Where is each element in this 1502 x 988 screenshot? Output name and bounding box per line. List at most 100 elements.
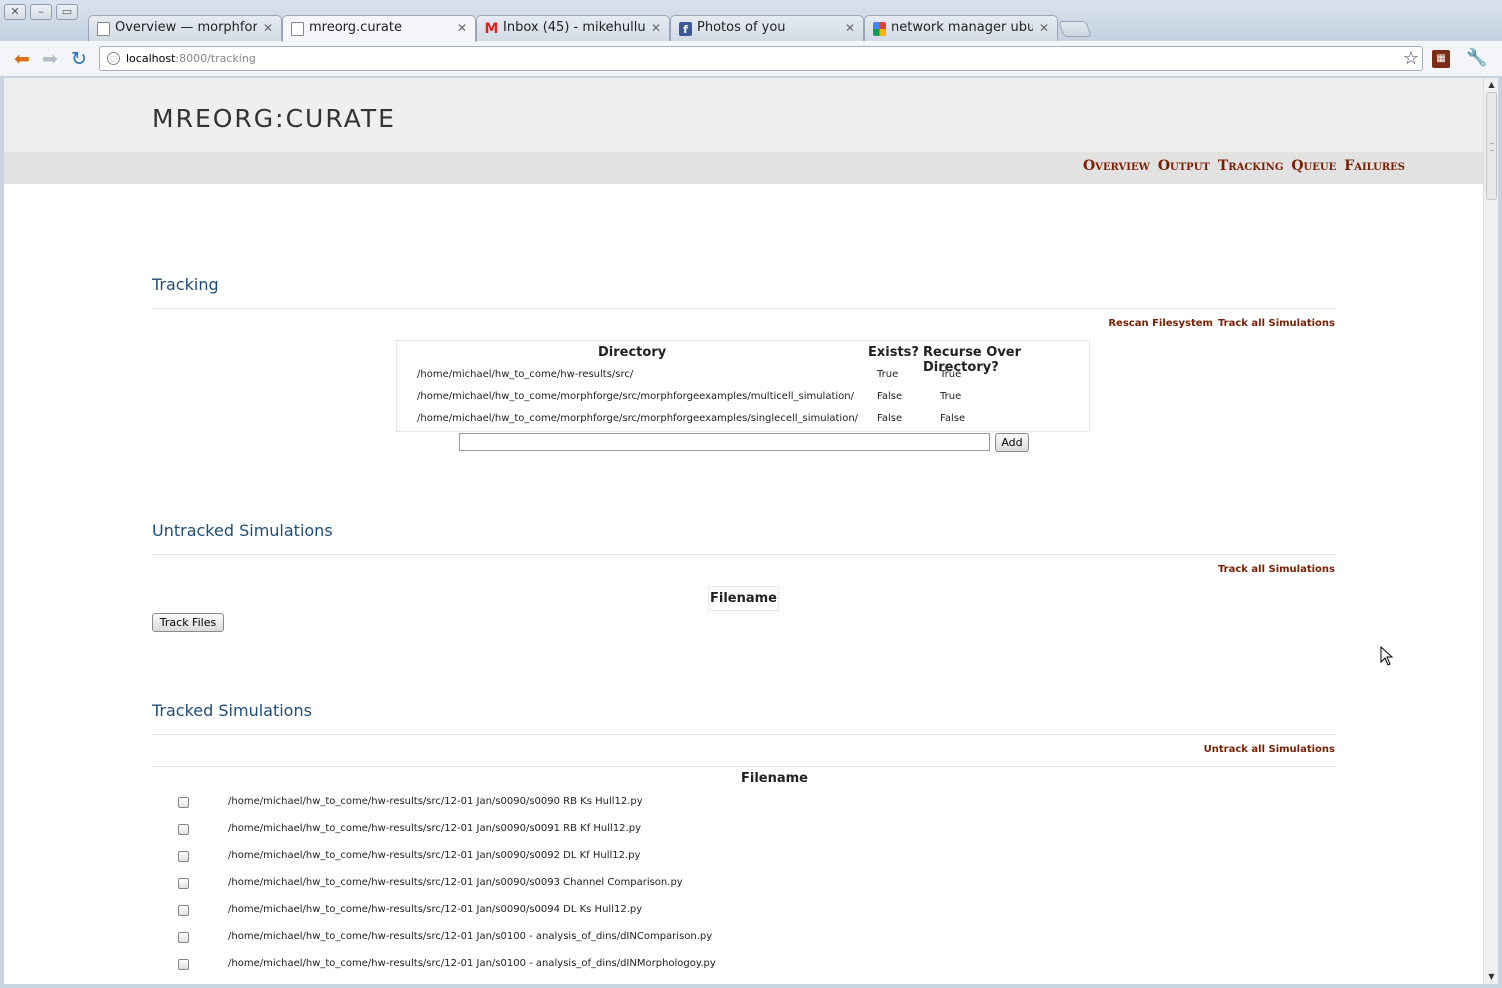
file-checkbox[interactable] (178, 878, 189, 889)
scroll-down-arrow-icon[interactable]: ▼ (1484, 970, 1499, 984)
directory-cell: /home/michael/hw_to_come/morphforge/src/… (417, 413, 859, 424)
browser-tab[interactable]: Overview — morphforge ✕ (88, 15, 282, 41)
exists-cell: False (877, 391, 903, 402)
nav-failures[interactable]: Failures (1344, 158, 1405, 174)
url-text: localhost:8000/tracking (126, 52, 256, 65)
directory-input[interactable] (459, 433, 990, 451)
file-path: /home/michael/hw_to_come/hw-results/src/… (228, 823, 641, 834)
rescan-filesystem-link[interactable]: Rescan Filesystem (1108, 318, 1213, 329)
site-nav: Overview Output Tracking Queue Failures (4, 152, 1483, 184)
bookmark-star-icon[interactable]: ☆ (1403, 48, 1419, 69)
tab-close-icon[interactable]: ✕ (845, 21, 855, 35)
untracked-filename-header: Filename (708, 586, 779, 611)
tab-title: Inbox (45) - mikehulluk (503, 20, 645, 35)
tab-title: Overview — morphforge (115, 20, 257, 35)
table-row: /home/michael/hw_to_come/hw-results/src/… (178, 931, 878, 945)
globe-icon: ◌ (107, 52, 120, 65)
table-row: /home/michael/hw_to_come/hw-results/src/… (178, 877, 878, 891)
file-checkbox[interactable] (178, 824, 189, 835)
page-scrollbar[interactable]: ▲ ▼ (1483, 78, 1498, 984)
grip-icon (1490, 143, 1494, 151)
divider (152, 766, 1335, 767)
tab-title: Photos of you (697, 20, 786, 35)
untrack-all-link[interactable]: Untrack all Simulations (1204, 744, 1335, 755)
divider (152, 308, 1335, 309)
directory-cell: /home/michael/hw_to_come/hw-results/src/ (417, 369, 634, 380)
file-path: /home/michael/hw_to_come/hw-results/src/… (228, 931, 713, 942)
recurse-cell: False (940, 413, 966, 424)
recurse-cell: True (940, 369, 962, 380)
tab-title: network manager ubuntu (891, 20, 1033, 35)
google-icon (873, 22, 886, 36)
page-icon (97, 22, 110, 36)
scroll-up-arrow-icon[interactable]: ▲ (1484, 78, 1499, 92)
divider (152, 734, 1335, 735)
browser-tabstrip: ✕ – ▭ Overview — morphforge ✕ mreorg.cur… (0, 0, 1502, 42)
divider (152, 554, 1335, 555)
table-row: /home/michael/hw_to_come/hw-results/src/… (178, 796, 878, 810)
address-bar[interactable]: ◌ localhost:8000/tracking ☆ (99, 46, 1423, 71)
untracked-heading: Untracked Simulations (152, 521, 333, 540)
tab-close-icon[interactable]: ✕ (1039, 21, 1049, 35)
track-all-link[interactable]: Track all Simulations (1218, 564, 1335, 575)
browser-tab[interactable]: network manager ubuntu ✕ (864, 15, 1058, 41)
directory-cell: /home/michael/hw_to_come/morphforge/src/… (417, 391, 854, 402)
file-checkbox[interactable] (178, 905, 189, 916)
file-checkbox[interactable] (178, 797, 189, 808)
file-path: /home/michael/hw_to_come/hw-results/src/… (228, 850, 641, 861)
file-path: /home/michael/hw_to_come/hw-results/src/… (228, 904, 643, 915)
facebook-icon: f (679, 22, 692, 36)
browser-tab[interactable]: M Inbox (45) - mikehulluk ✕ (476, 15, 670, 41)
scroll-thumb[interactable] (1486, 92, 1497, 200)
track-all-link[interactable]: Track all Simulations (1218, 318, 1335, 329)
extension-icon[interactable]: ▦ (1432, 50, 1450, 68)
file-checkbox[interactable] (178, 932, 189, 943)
file-checkbox[interactable] (178, 959, 189, 970)
add-button[interactable]: Add (995, 433, 1029, 452)
wrench-icon[interactable]: 🔧 (1466, 48, 1487, 68)
forward-arrow-icon[interactable]: ➡ (38, 48, 62, 70)
table-row: /home/michael/hw_to_come/hw-results/src/… (178, 958, 878, 972)
page-icon (291, 22, 304, 36)
browser-toolbar: ⬅ ➡ ↻ ◌ localhost:8000/tracking ☆ ▦ 🔧 (0, 41, 1502, 77)
window-close-icon[interactable]: ✕ (4, 4, 26, 20)
tracking-heading: Tracking (152, 275, 219, 294)
nav-overview[interactable]: Overview (1083, 158, 1150, 174)
page-viewport: MREORG:CURATE Overview Output Tracking Q… (4, 78, 1483, 984)
gmail-icon: M (484, 21, 499, 37)
reload-icon[interactable]: ↻ (67, 48, 91, 70)
column-header-directory: Directory (598, 345, 667, 360)
file-path: /home/michael/hw_to_come/hw-results/src/… (228, 958, 716, 969)
tracked-actions: Untrack all Simulations (1204, 744, 1335, 755)
mouse-cursor-icon (1380, 646, 1394, 666)
file-checkbox[interactable] (178, 851, 189, 862)
tab-close-icon[interactable]: ✕ (457, 21, 467, 35)
tab-title: mreorg.curate (309, 20, 402, 35)
window-minimize-icon[interactable]: – (30, 4, 52, 20)
exists-cell: True (877, 369, 899, 380)
window-maximize-icon[interactable]: ▭ (56, 4, 78, 20)
table-row: /home/michael/hw_to_come/hw-results/src/… (178, 850, 878, 864)
tab-close-icon[interactable]: ✕ (651, 21, 661, 35)
back-arrow-icon[interactable]: ⬅ (10, 48, 34, 70)
nav-output[interactable]: Output (1158, 158, 1210, 174)
browser-tab-active[interactable]: mreorg.curate ✕ (282, 15, 476, 42)
site-header: MREORG:CURATE (4, 78, 1483, 152)
directory-table: Directory Exists? Recurse Over Directory… (396, 340, 1090, 432)
table-row: /home/michael/hw_to_come/hw-results/src/… (178, 904, 878, 918)
tracked-heading: Tracked Simulations (152, 701, 312, 720)
recurse-cell: True (940, 391, 962, 402)
tracked-filename-header: Filename (741, 771, 808, 786)
nav-queue[interactable]: Queue (1291, 158, 1336, 174)
site-title: MREORG:CURATE (152, 104, 396, 133)
track-files-button[interactable]: Track Files (152, 613, 224, 632)
exists-cell: False (877, 413, 903, 424)
tracking-actions: Rescan Filesystem Track all Simulations (1108, 318, 1335, 329)
new-tab-button[interactable] (1058, 21, 1092, 37)
nav-tracking[interactable]: Tracking (1218, 158, 1284, 174)
tab-close-icon[interactable]: ✕ (263, 21, 273, 35)
file-path: /home/michael/hw_to_come/hw-results/src/… (228, 877, 683, 888)
browser-tab[interactable]: f Photos of you ✕ (670, 15, 864, 41)
url-path: :8000/tracking (175, 52, 256, 65)
file-path: /home/michael/hw_to_come/hw-results/src/… (228, 796, 643, 807)
